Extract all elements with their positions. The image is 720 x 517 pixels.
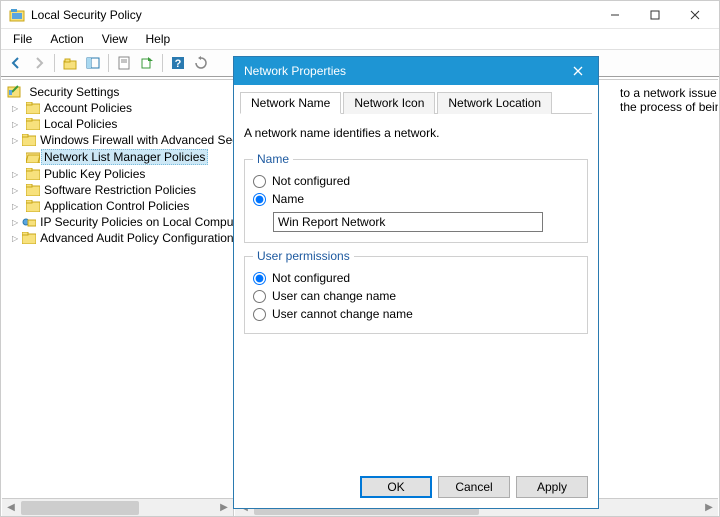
menu-action[interactable]: Action [42, 30, 91, 48]
folder-icon [26, 102, 40, 114]
close-button[interactable] [675, 3, 715, 27]
folder-icon [26, 184, 40, 196]
network-properties-dialog: Network Properties Network Name Network … [233, 56, 599, 509]
menu-file[interactable]: File [5, 30, 40, 48]
tree-item-windows-firewall[interactable]: Windows Firewall with Advanced Secu [4, 132, 233, 148]
radio-name-name[interactable]: Name [253, 190, 579, 208]
tree-hscroll[interactable]: ◀ ▶ [2, 498, 234, 516]
minimize-button[interactable] [595, 3, 635, 27]
security-icon [6, 83, 22, 99]
tabstrip: Network Name Network Icon Network Locati… [240, 91, 592, 114]
apply-button[interactable]: Apply [516, 476, 588, 498]
back-button[interactable] [5, 52, 27, 74]
dialog-title: Network Properties [244, 64, 564, 78]
ipsec-icon [22, 216, 36, 228]
forward-button[interactable] [28, 52, 50, 74]
dialog-titlebar[interactable]: Network Properties [234, 57, 598, 85]
tree-pane: Security Settings Account Policies Local… [2, 79, 234, 498]
permissions-legend: User permissions [253, 249, 354, 263]
menu-view[interactable]: View [94, 30, 136, 48]
tree-item-public-key[interactable]: Public Key Policies [4, 166, 233, 182]
app-icon [9, 7, 25, 23]
permissions-groupbox: User permissions Not configured User can… [244, 249, 588, 334]
tab-network-name[interactable]: Network Name [240, 92, 341, 114]
close-icon [573, 66, 583, 76]
radio-perm-cannot-change-input[interactable] [253, 308, 266, 321]
radio-name-not-configured[interactable]: Not configured [253, 172, 579, 190]
svg-text:?: ? [175, 58, 182, 70]
tree-item-advanced-audit[interactable]: Advanced Audit Policy Configuration [4, 230, 233, 246]
radio-perm-cannot-change[interactable]: User cannot change name [253, 305, 579, 323]
radio-name-not-configured-input[interactable] [253, 175, 266, 188]
show-hide-tree-button[interactable] [82, 52, 104, 74]
refresh-button[interactable] [190, 52, 212, 74]
tab-network-icon[interactable]: Network Icon [343, 92, 435, 114]
radio-perm-not-configured-input[interactable] [253, 272, 266, 285]
tree-root[interactable]: Security Settings [4, 82, 233, 100]
menubar: File Action View Help [1, 29, 719, 49]
tree-item-network-list[interactable]: Network List Manager Policies [4, 148, 233, 166]
radio-perm-can-change-input[interactable] [253, 290, 266, 303]
folder-icon [22, 232, 36, 244]
dialog-close-button[interactable] [564, 60, 592, 82]
dialog-description: A network name identifies a network. [244, 126, 588, 140]
name-legend: Name [253, 152, 293, 166]
network-name-input[interactable] [273, 212, 543, 232]
tree-item-account-policies[interactable]: Account Policies [4, 100, 233, 116]
ok-button[interactable]: OK [360, 476, 432, 498]
properties-button[interactable] [113, 52, 135, 74]
radio-perm-can-change[interactable]: User can change name [253, 287, 579, 305]
tree-item-software-restriction[interactable]: Software Restriction Policies [4, 182, 233, 198]
menu-help[interactable]: Help [138, 30, 179, 48]
radio-name-name-input[interactable] [253, 193, 266, 206]
folder-icon [26, 118, 40, 130]
tree-item-local-policies[interactable]: Local Policies [4, 116, 233, 132]
folder-icon [26, 200, 40, 212]
titlebar: Local Security Policy [1, 1, 719, 29]
folder-open-icon [26, 151, 40, 163]
help-button[interactable]: ? [167, 52, 189, 74]
name-groupbox: Name Not configured Name [244, 152, 588, 243]
radio-perm-not-configured[interactable]: Not configured [253, 269, 579, 287]
folder-icon [22, 134, 36, 146]
tree-item-ip-security[interactable]: IP Security Policies on Local Compute [4, 214, 233, 230]
export-button[interactable] [136, 52, 158, 74]
cancel-button[interactable]: Cancel [438, 476, 510, 498]
up-button[interactable] [59, 52, 81, 74]
tree-item-application-control[interactable]: Application Control Policies [4, 198, 233, 214]
maximize-button[interactable] [635, 3, 675, 27]
folder-icon [26, 168, 40, 180]
window-title: Local Security Policy [31, 8, 595, 22]
tab-network-location[interactable]: Network Location [437, 92, 552, 114]
